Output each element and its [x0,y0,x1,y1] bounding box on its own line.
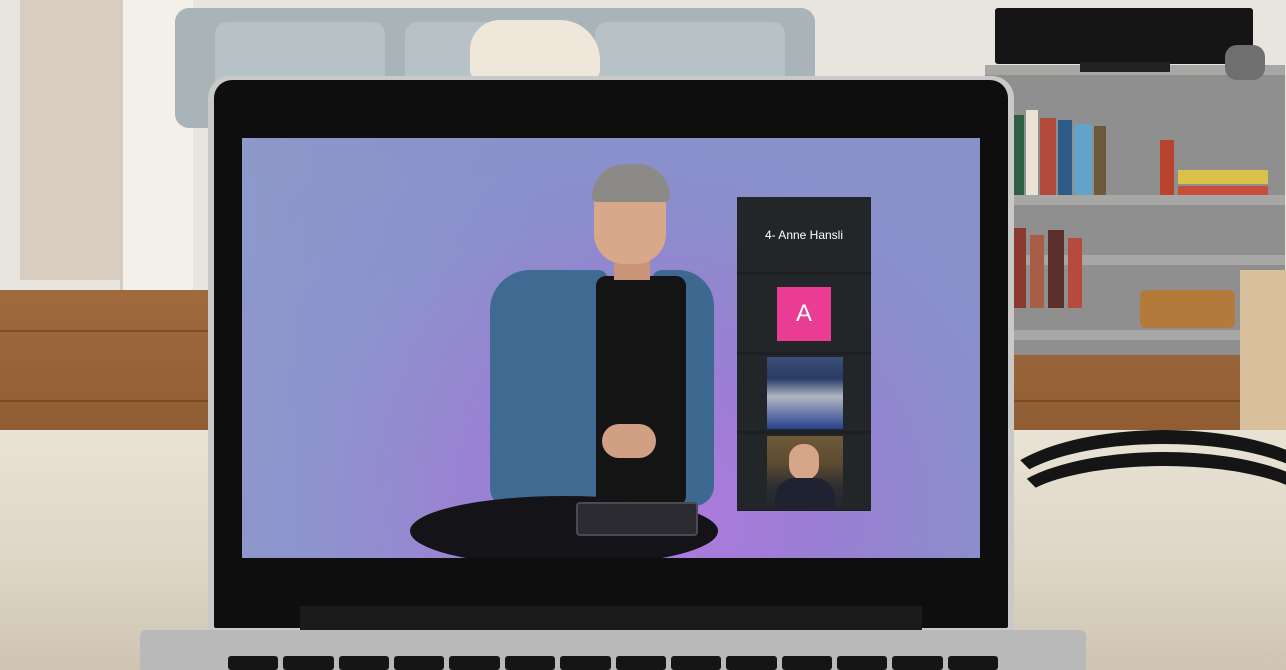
tv-screen [995,8,1253,64]
participant-tile-name[interactable]: 4- Anne Hansli [737,197,871,272]
fast-forward-key[interactable] [726,656,777,670]
blanket [470,20,600,80]
presenter-jacket [490,270,608,508]
book [1048,230,1064,308]
play-pause-key[interactable] [670,656,722,670]
book [1068,238,1082,308]
tv-stand [1080,62,1170,72]
shelf-board [985,195,1285,205]
launchpad-key[interactable] [449,656,500,670]
brightness-up-key[interactable] [338,656,390,670]
book [1030,235,1044,308]
keyboard-function-row [228,656,999,670]
book [1178,186,1268,195]
escape-key[interactable] [228,656,279,670]
participant-tile-video[interactable] [737,355,871,431]
volume-down-key[interactable] [836,656,888,670]
book [1040,118,1056,195]
book [1178,170,1268,184]
book [1058,120,1072,195]
book [1026,110,1038,195]
vase [1225,45,1265,80]
crowd-stage-icon [767,357,843,429]
brightness-down-key[interactable] [283,656,334,670]
basket [1140,290,1235,328]
video-call-screen: 4- Anne Hansli A [242,138,980,558]
avatar: A [777,287,831,341]
participant-tile-avatar[interactable]: A [737,275,871,352]
book [1012,228,1026,308]
mission-control-key[interactable] [394,656,445,670]
book [1074,124,1092,195]
book [1160,140,1174,195]
book [1094,126,1106,195]
presenter-shirt [596,276,686,506]
participant-face [789,444,819,480]
keyboard-light-up-key[interactable] [560,656,611,670]
keyboard-light-down-key[interactable] [504,656,556,670]
participants-panel: 4- Anne Hansli A [737,197,871,511]
mute-key[interactable] [781,656,832,670]
participant-suit [775,478,835,508]
presenter-hand [602,424,656,458]
participant-name: 4- Anne Hansli [764,227,844,242]
presenter-hair [592,164,670,202]
rewind-key[interactable] [615,656,666,670]
tablet-device [576,502,698,536]
power-key[interactable] [947,656,999,670]
volume-up-key[interactable] [892,656,943,670]
person-with-glasses-icon [767,436,843,508]
participant-tile-video[interactable] [737,434,871,510]
